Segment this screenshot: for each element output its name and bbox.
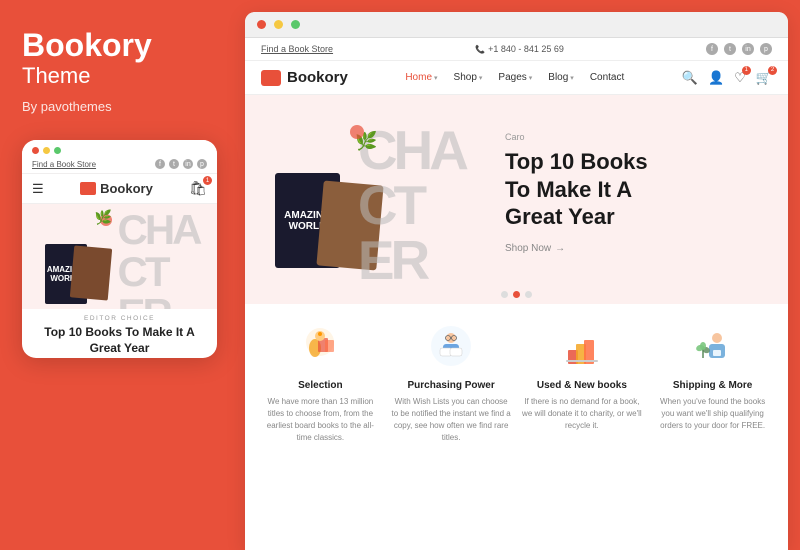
mobile-header: ☰ Bookory 🛍 1: [22, 174, 217, 204]
feature-shipping-more: Shipping & More When you've found the bo…: [653, 320, 773, 538]
features-section: Selection We have more than 13 million t…: [245, 304, 788, 550]
mobile-cart-badge: 1: [203, 176, 212, 185]
site-find-store[interactable]: Find a Book Store: [261, 44, 333, 54]
mobile-window-dots: [32, 147, 207, 154]
mobile-instagram-icon[interactable]: in: [183, 159, 193, 169]
feature-selection-title: Selection: [298, 380, 342, 391]
feature-selection-desc: We have more than 13 million titles to c…: [260, 396, 380, 444]
site-logo-icon: [261, 70, 281, 86]
mobile-editor-title: Top 10 Books To Make It A Great Year: [30, 325, 209, 356]
site-search-icon[interactable]: 🔍: [682, 70, 698, 86]
site-header: Bookory Home ▾ Shop ▾ Pages ▾ Blog ▾: [245, 61, 788, 95]
nav-chevron-pages: ▾: [529, 74, 533, 82]
site-nav: Home ▾ Shop ▾ Pages ▾ Blog ▾ Contact: [405, 72, 624, 83]
mobile-mockup: Find a Book Store f t in p ☰ Bookory 🛍 1: [22, 140, 217, 358]
site-wishlist-icon[interactable]: ♡ 1: [734, 70, 746, 86]
hero-badge: Caro: [505, 132, 768, 142]
feature-purchasing-power: Purchasing Power With Wish Lists you can…: [391, 320, 511, 538]
hero-dot-3[interactable]: [525, 291, 532, 298]
site-pinterest-icon[interactable]: p: [760, 43, 772, 55]
site-cart-badge: 2: [768, 66, 777, 75]
browser-content: Find a Book Store 📞 +1 840 - 841 25 69 f…: [245, 38, 788, 550]
site-phone: 📞 +1 840 - 841 25 69: [475, 44, 564, 54]
nav-chevron-home: ▾: [434, 74, 438, 82]
mobile-cart-icon[interactable]: 🛍 1: [189, 180, 207, 197]
mobile-dot-red: [32, 147, 39, 154]
site-hero: AMAZINGWORLD CHACTER 🌿 Caro Top 10 Books…: [245, 95, 788, 285]
feature-shipping-more-title: Shipping & More: [673, 380, 752, 391]
mobile-logo-icon: [80, 182, 96, 195]
feature-shipping-more-icon: [687, 320, 739, 372]
nav-chevron-shop: ▾: [479, 74, 483, 82]
hero-arrow-icon: →: [555, 243, 565, 254]
site-cart-icon[interactable]: 🛒 2: [756, 70, 772, 86]
mobile-find-store[interactable]: Find a Book Store: [32, 160, 96, 169]
mobile-twitter-icon[interactable]: t: [169, 159, 179, 169]
feature-used-new-books-desc: If there is no demand for a book, we wil…: [522, 396, 642, 432]
mobile-hamburger-icon[interactable]: ☰: [32, 181, 44, 197]
hero-text: Caro Top 10 BooksTo Make It AGreat Year …: [465, 132, 768, 254]
site-social-icons: f t in p: [706, 43, 772, 55]
hero-dot-2[interactable]: [513, 291, 520, 298]
feature-purchasing-power-title: Purchasing Power: [408, 380, 495, 391]
browser-dot-green: [291, 20, 300, 29]
browser-dot-yellow: [274, 20, 283, 29]
browser-chrome: [245, 12, 788, 38]
mobile-social-icons: f t in p: [155, 159, 207, 169]
site-instagram-icon[interactable]: in: [742, 43, 754, 55]
site-logo: Bookory: [261, 69, 348, 86]
nav-item-pages[interactable]: Pages ▾: [498, 72, 532, 83]
mobile-top-bar: Find a Book Store f t in p: [22, 140, 217, 174]
feature-selection: Selection We have more than 13 million t…: [260, 320, 380, 538]
mobile-dot-yellow: [43, 147, 50, 154]
site-header-icons: 🔍 👤 ♡ 1 🛒 2: [682, 70, 772, 86]
brand-title: Bookory: [22, 28, 152, 63]
site-user-icon[interactable]: 👤: [708, 70, 724, 86]
right-panel: Find a Book Store 📞 +1 840 - 841 25 69 f…: [245, 12, 788, 550]
brand-subtitle: Theme: [22, 63, 90, 89]
nav-chevron-blog: ▾: [570, 74, 574, 82]
feature-selection-icon: [294, 320, 346, 372]
site-wishlist-badge: 1: [742, 66, 751, 75]
mobile-logo: Bookory: [80, 181, 153, 196]
mobile-dot-green: [54, 147, 61, 154]
mobile-editor-label: EDITOR CHOICE: [30, 315, 209, 322]
mobile-book-brown: [69, 246, 111, 301]
brand-by: By pavothemes: [22, 99, 112, 114]
browser-dot-red: [257, 20, 266, 29]
mobile-hero: AMAZINGWORLD CHACTER 🌿: [22, 204, 217, 309]
mobile-leaf-icon: 🌿: [95, 209, 112, 226]
nav-item-home[interactable]: Home ▾: [405, 72, 437, 83]
feature-used-new-books-icon: [556, 320, 608, 372]
hero-shop-now-link[interactable]: Shop Now →: [505, 243, 768, 254]
mobile-editor-choice: EDITOR CHOICE Top 10 Books To Make It A …: [22, 309, 217, 358]
mobile-pinterest-icon[interactable]: p: [197, 159, 207, 169]
site-top-bar: Find a Book Store 📞 +1 840 - 841 25 69 f…: [245, 38, 788, 61]
feature-purchasing-power-icon: [425, 320, 477, 372]
nav-item-contact[interactable]: Contact: [590, 72, 624, 83]
feature-used-new-books: Used & New books If there is no demand f…: [522, 320, 642, 538]
hero-dot-1[interactable]: [501, 291, 508, 298]
hero-books-illustration: AMAZINGWORLD CHACTER 🌿: [265, 118, 465, 268]
mobile-facebook-icon[interactable]: f: [155, 159, 165, 169]
left-panel: Bookory Theme By pavothemes Find a Book …: [0, 0, 245, 550]
mobile-char-text: CHACTER: [118, 209, 200, 309]
feature-shipping-more-desc: When you've found the books you want we'…: [653, 396, 773, 432]
hero-carousel-dots: [245, 285, 788, 304]
hero-title: Top 10 BooksTo Make It AGreat Year: [505, 148, 768, 231]
nav-item-shop[interactable]: Shop ▾: [454, 72, 483, 83]
feature-used-new-books-title: Used & New books: [537, 380, 627, 391]
site-twitter-icon[interactable]: t: [724, 43, 736, 55]
site-facebook-icon[interactable]: f: [706, 43, 718, 55]
nav-item-blog[interactable]: Blog ▾: [548, 72, 574, 83]
hero-decor-dot: [350, 125, 364, 139]
feature-purchasing-power-desc: With Wish Lists you can choose to be not…: [391, 396, 511, 444]
